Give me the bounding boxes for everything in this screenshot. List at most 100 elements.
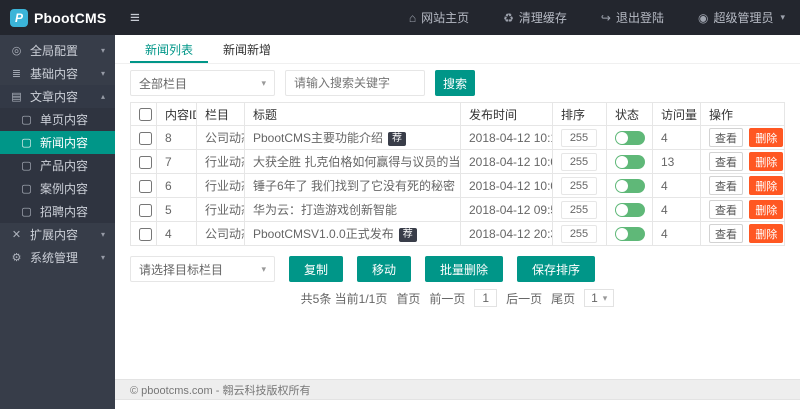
chevron-down-icon: ▾: [101, 230, 105, 239]
sidebar-item-label: 招聘内容: [40, 203, 88, 220]
article-icon: ▤: [10, 90, 23, 103]
extend-icon: ✕: [10, 228, 23, 241]
sidebar-item-news[interactable]: ▢ 新闻内容: [0, 131, 115, 154]
view-button[interactable]: 查看: [709, 152, 743, 171]
cell-id: 7: [157, 150, 197, 174]
pagination-next[interactable]: 后一页: [506, 290, 542, 307]
sidebar-item-label: 案例内容: [40, 180, 88, 197]
cell-title: PbootCMSV1.0.0正式发布荐: [245, 222, 461, 246]
pagination-prev[interactable]: 前一页: [429, 290, 465, 307]
cell-sort: [553, 126, 607, 150]
sidebar-item-basic-content[interactable]: ≣ 基础内容 ▾: [0, 62, 115, 85]
doc-icon: ▢: [20, 113, 33, 126]
row-checkbox[interactable]: [139, 156, 152, 169]
tab-bar: 新闻列表 新闻新增: [115, 35, 800, 64]
search-input[interactable]: [285, 70, 425, 96]
tab-news-list[interactable]: 新闻列表: [130, 35, 208, 63]
row-checkbox[interactable]: [139, 180, 152, 193]
menu-toggle-icon[interactable]: ≡: [130, 9, 140, 26]
bulk-delete-button[interactable]: 批量删除: [425, 256, 503, 282]
category-select[interactable]: 全部栏目 ▾: [130, 70, 275, 96]
chevron-down-icon: ▾: [101, 46, 105, 55]
target-category-select[interactable]: 请选择目标栏目 ▾: [130, 256, 275, 282]
nav-site-home[interactable]: ⌂ 网站主页: [409, 9, 469, 26]
cell-actions: 查看 删除 修改: [701, 222, 785, 246]
row-checkbox[interactable]: [139, 132, 152, 145]
col-header-status: 状态: [607, 103, 653, 126]
nav-logout[interactable]: ↪ 退出登陆: [601, 9, 664, 26]
tab-news-add[interactable]: 新闻新增: [208, 35, 286, 63]
delete-button[interactable]: 删除: [749, 200, 783, 219]
sidebar-item-extend-content[interactable]: ✕ 扩展内容 ▾: [0, 223, 115, 246]
cell-actions: 查看 删除 修改: [701, 198, 785, 222]
col-header-publish-time: 发布时间: [461, 103, 553, 126]
app: P PbootCMS ≡ ⌂ 网站主页 ♻ 清理缓存 ↪ 退出登陆 ◉: [0, 0, 800, 409]
search-button[interactable]: 搜索: [435, 70, 475, 96]
status-toggle[interactable]: [615, 131, 645, 145]
recommend-badge: 荐: [388, 132, 406, 146]
row-checkbox[interactable]: [139, 204, 152, 217]
sidebar-item-case[interactable]: ▢ 案例内容: [0, 177, 115, 200]
copy-button[interactable]: 复制: [289, 256, 343, 282]
cell-category: 公司动态: [197, 222, 245, 246]
sort-input[interactable]: [561, 201, 597, 219]
cell-views: 4: [653, 126, 701, 150]
cell-title: 华为云：打造游戏创新智能: [245, 198, 461, 222]
sort-input[interactable]: [561, 225, 597, 243]
chevron-down-icon: ▾: [101, 69, 105, 78]
chevron-down-icon: ▾: [261, 78, 266, 89]
table-row: 6 行业动态 锤子6年了 我们找到了它没有死的秘密 2018-04-12 10:…: [131, 174, 785, 198]
cell-publish-time: 2018-04-12 09:52:36: [461, 198, 553, 222]
cell-views: 4: [653, 198, 701, 222]
cell-id: 6: [157, 174, 197, 198]
status-toggle[interactable]: [615, 227, 645, 241]
cell-views: 13: [653, 150, 701, 174]
delete-button[interactable]: 删除: [749, 128, 783, 147]
view-button[interactable]: 查看: [709, 176, 743, 195]
delete-button[interactable]: 删除: [749, 224, 783, 243]
view-button[interactable]: 查看: [709, 128, 743, 147]
delete-button[interactable]: 删除: [749, 176, 783, 195]
sidebar-item-product[interactable]: ▢ 产品内容: [0, 154, 115, 177]
status-toggle[interactable]: [615, 179, 645, 193]
sidebar-item-recruit[interactable]: ▢ 招聘内容: [0, 200, 115, 223]
sort-input[interactable]: [561, 129, 597, 147]
view-button[interactable]: 查看: [709, 224, 743, 243]
cell-sort: [553, 222, 607, 246]
sidebar-item-label: 产品内容: [40, 157, 88, 174]
cell-category: 行业动态: [197, 198, 245, 222]
logo: P PbootCMS: [0, 0, 115, 35]
sidebar-item-label: 全局配置: [30, 42, 78, 59]
status-toggle[interactable]: [615, 203, 645, 217]
sort-input[interactable]: [561, 177, 597, 195]
row-checkbox[interactable]: [139, 228, 152, 241]
move-button[interactable]: 移动: [357, 256, 411, 282]
title-text: PbootCMS主要功能介绍: [253, 131, 383, 145]
filter-row: 全部栏目 ▾ 搜索: [115, 64, 800, 102]
view-button[interactable]: 查看: [709, 200, 743, 219]
cell-status: [607, 126, 653, 150]
pagination-first[interactable]: 首页: [396, 290, 420, 307]
sidebar-item-label: 系统管理: [30, 249, 78, 266]
sidebar-item-article-content[interactable]: ▤ 文章内容 ▴: [0, 85, 115, 108]
delete-button[interactable]: 删除: [749, 152, 783, 171]
nav-admin-user[interactable]: ◉ 超级管理员 ▾: [698, 9, 785, 26]
cell-title: PbootCMS主要功能介绍荐: [245, 126, 461, 150]
cell-category: 行业动态: [197, 150, 245, 174]
select-all-checkbox[interactable]: [139, 108, 152, 121]
logout-icon: ↪: [601, 11, 611, 25]
pagination-page-1[interactable]: 1: [474, 289, 497, 307]
sidebar-item-global-config[interactable]: ◎ 全局配置 ▾: [0, 39, 115, 62]
pagination-jump-select[interactable]: 1 ▾: [584, 289, 614, 307]
nav-clear-cache[interactable]: ♻ 清理缓存: [503, 9, 567, 26]
chevron-down-icon: ▾: [780, 12, 785, 23]
save-sort-button[interactable]: 保存排序: [517, 256, 595, 282]
doc-icon: ▢: [20, 205, 33, 218]
content-table: 内容ID 栏目 标题 发布时间 排序 状态 访问量 操作: [130, 102, 785, 246]
pagination-last[interactable]: 尾页: [551, 290, 575, 307]
sort-input[interactable]: [561, 153, 597, 171]
sidebar-item-single-page[interactable]: ▢ 单页内容: [0, 108, 115, 131]
top-nav: ⌂ 网站主页 ♻ 清理缓存 ↪ 退出登陆 ◉ 超级管理员 ▾: [409, 9, 785, 26]
status-toggle[interactable]: [615, 155, 645, 169]
sidebar-item-system-manage[interactable]: ⚙ 系统管理 ▾: [0, 246, 115, 269]
